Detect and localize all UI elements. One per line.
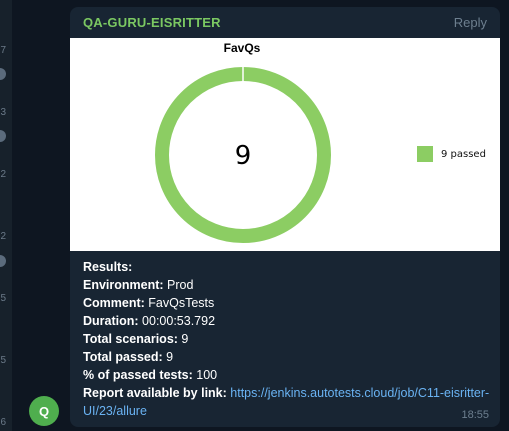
message-header: QA-GURU-EISRITTER Reply (70, 7, 500, 37)
field-label: Total passed: (83, 350, 163, 364)
center-total: 9 (235, 141, 252, 171)
chart-image[interactable]: FavQs 9 9 passed (70, 38, 500, 251)
reply-button[interactable]: Reply (454, 15, 487, 30)
field-label: Results: (83, 260, 133, 274)
message-line: Total scenarios: 9 (83, 330, 493, 348)
legend-label: 9 passed (441, 148, 486, 160)
chat-list-count: 3 (0, 107, 6, 118)
field-label: Total scenarios: (83, 332, 178, 346)
chat-list-avatar[interactable] (0, 130, 6, 142)
message-time: 18:55 (461, 409, 489, 421)
field-value: FavQsTests (148, 296, 215, 310)
field-value: 00:00:53.792 (142, 314, 216, 328)
chat-list-count: 5 (0, 293, 6, 304)
field-label: Comment: (83, 296, 145, 310)
chat-window: 7 3 2 2 5 5 6 Q QA-GURU-EISRITTER Reply … (0, 0, 509, 431)
legend-swatch (417, 146, 433, 162)
chart-legend: 9 passed (417, 146, 486, 162)
field-value: 9 (181, 332, 189, 346)
message-text: Results: Environment: Prod Comment: FavQ… (83, 258, 493, 420)
field-label: % of passed tests: (83, 368, 193, 382)
report-label: Report available by link: (83, 386, 227, 400)
chat-list-count: 2 (0, 231, 6, 242)
avatar[interactable]: Q (29, 396, 59, 426)
chat-list-count: 5 (0, 355, 6, 366)
message-line: Report available by link: https://jenkin… (83, 384, 493, 420)
message-line: Total passed: 9 (83, 348, 493, 366)
field-value: 9 (166, 350, 174, 364)
chat-list-avatar[interactable] (0, 255, 6, 267)
chat-list-count: 2 (0, 169, 6, 180)
message-line: % of passed tests: 100 (83, 366, 493, 384)
field-value: 100 (196, 368, 218, 382)
avatar-letter: Q (38, 403, 50, 419)
donut-chart: 9 (155, 66, 331, 243)
chat-list-count: 7 (0, 45, 6, 56)
field-label: Environment: (83, 278, 164, 292)
message-line: Results: (83, 258, 493, 276)
sender-name[interactable]: QA-GURU-EISRITTER (83, 15, 221, 30)
chat-list-edge[interactable]: 7 3 2 2 5 5 6 (0, 0, 12, 431)
message-line: Duration: 00:00:53.792 (83, 312, 493, 330)
field-value: Prod (167, 278, 194, 292)
chat-list-count: 6 (0, 417, 6, 428)
message-line: Comment: FavQsTests (83, 294, 493, 312)
field-label: Duration: (83, 314, 139, 328)
message-line: Environment: Prod (83, 276, 493, 294)
chat-list-avatar[interactable] (0, 68, 6, 80)
message-bubble[interactable]: QA-GURU-EISRITTER Reply FavQs 9 9 passed… (70, 7, 500, 427)
